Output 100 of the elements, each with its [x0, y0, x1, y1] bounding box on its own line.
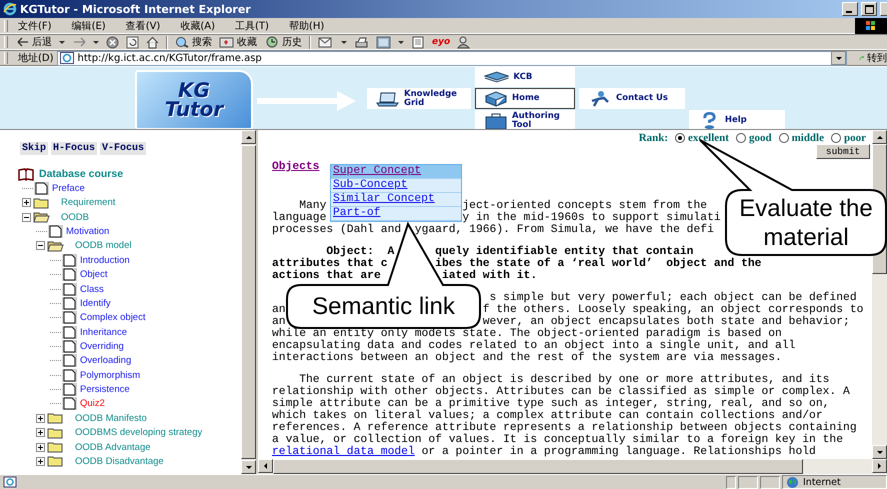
dropdown-arrow-icon[interactable]	[59, 40, 65, 44]
page-heading[interactable]: Objects	[272, 161, 320, 173]
body-text: processes (Dahl and	[272, 224, 402, 236]
tree-item[interactable]: OODB Disadvantage	[75, 456, 164, 467]
collapse-icon[interactable]	[22, 212, 31, 222]
tree-item[interactable]: Object	[80, 269, 108, 280]
focus-button[interactable]: Skip	[20, 142, 48, 155]
nav-link[interactable]: Contact Us	[579, 88, 685, 109]
tree-item[interactable]: Overriding	[80, 340, 124, 352]
menu-item[interactable]: 工具(T)	[235, 18, 269, 32]
menu-item[interactable]: 查看(V)	[126, 18, 160, 32]
history-button[interactable]: 历史	[264, 35, 302, 49]
tree-item[interactable]: OODB Manifesto	[75, 412, 147, 424]
page-icon	[61, 397, 77, 410]
expand-icon[interactable]	[36, 414, 45, 423]
favorites-button[interactable]: 收藏	[219, 35, 257, 49]
maximize-button[interactable]	[861, 2, 877, 16]
stop-icon[interactable]	[106, 36, 119, 48]
body-text: ject-oriented concepts stem from the	[462, 200, 708, 212]
arrow-icon	[257, 90, 357, 112]
tree-item[interactable]: OODBMS developing strategy	[75, 427, 202, 438]
page-icon	[61, 326, 77, 339]
tree-item[interactable]: Quiz2	[80, 398, 105, 410]
tree-item[interactable]: Introduction	[80, 254, 130, 266]
tree-item[interactable]: Overloading	[80, 355, 132, 366]
horizontal-scrollbar[interactable]	[258, 459, 887, 474]
back-button[interactable]: 后退	[17, 35, 52, 49]
menu-item[interactable]: 文件(F)	[18, 18, 52, 32]
folder-icon	[47, 412, 64, 424]
focus-button[interactable]: V-Focus	[100, 142, 146, 155]
search-button[interactable]: 搜索	[175, 35, 212, 49]
vertical-scrollbar[interactable]	[241, 130, 256, 474]
page-icon	[61, 268, 77, 282]
menu-item[interactable]: Similar Concept	[331, 193, 461, 207]
mail-icon[interactable]	[318, 36, 334, 48]
radio-button[interactable]	[736, 133, 746, 143]
person-icon[interactable]	[457, 36, 472, 48]
expand-icon[interactable]	[22, 198, 31, 208]
expand-icon[interactable]	[36, 428, 45, 438]
address-field[interactable]: http://kg.ict.ac.cn/KGTutor/frame.asp	[56, 50, 847, 66]
body-text: y in the mid-1960s to support simulati	[462, 212, 721, 224]
nav-link[interactable]: Home	[475, 88, 575, 109]
tree-item[interactable]: Identify	[80, 298, 111, 309]
tree-item[interactable]: OODB model	[75, 240, 132, 252]
radio-button[interactable]	[778, 133, 789, 143]
printer-icon[interactable]	[354, 36, 369, 48]
tree-item[interactable]: OODB	[61, 212, 89, 223]
callout-text: Evaluate the material	[738, 194, 874, 252]
body-text: quely identifiable entity that contain	[435, 246, 694, 258]
menu-item[interactable]: 收藏(A)	[180, 18, 215, 32]
expand-icon[interactable]	[36, 456, 45, 466]
menu-item[interactable]: 帮助(H)	[288, 18, 324, 32]
page-icon	[61, 368, 77, 382]
page-icon	[61, 383, 77, 396]
tree-item[interactable]: Database course	[39, 168, 124, 180]
go-button[interactable]: 转到	[859, 51, 887, 65]
tree-item[interactable]: Class	[80, 284, 104, 295]
refresh-icon[interactable]	[126, 36, 139, 48]
home-icon[interactable]	[146, 36, 159, 48]
radio-label[interactable]: excellent	[688, 132, 729, 144]
submit-button[interactable]: submit	[816, 144, 870, 159]
menu-item[interactable]: Sub-Concept	[331, 179, 461, 193]
radio-button[interactable]	[675, 133, 686, 143]
nav-link[interactable]: Help	[689, 110, 785, 131]
menu-item[interactable]: 编辑(E)	[72, 18, 106, 32]
tree-item[interactable]: Motivation	[66, 226, 110, 238]
text-link[interactable]: relational data model	[272, 446, 415, 458]
nav-link[interactable]: KCB	[475, 67, 575, 87]
box-icon	[484, 90, 508, 106]
radio-button[interactable]	[831, 133, 841, 143]
tree-item[interactable]: Persistence	[80, 384, 130, 396]
focus-button[interactable]: H-Focus	[51, 142, 98, 155]
collapse-icon[interactable]	[36, 241, 45, 250]
status-pane	[738, 476, 758, 488]
rank-label: Rank:	[638, 132, 668, 144]
dropdown-arrow-icon[interactable]	[93, 40, 99, 44]
tree-item[interactable]: Preface	[52, 183, 85, 194]
site-logo[interactable]: KG Tutor	[135, 70, 253, 130]
expand-icon[interactable]	[36, 442, 45, 452]
menu-item[interactable]: Part-of	[331, 207, 461, 221]
body-text: The current state of an object is described by one or more attributes, and its	[299, 374, 830, 386]
body-text: relationship with other objects. Attributes can be classified as simple or complex. A	[272, 386, 850, 398]
tree-item[interactable]: Inheritance	[80, 326, 128, 338]
radio-label[interactable]: middle	[792, 132, 824, 144]
radio-label[interactable]: good	[748, 132, 772, 144]
dropdown-arrow-icon[interactable]	[398, 40, 404, 44]
menu-item[interactable]: Super Concept	[331, 165, 461, 179]
minimize-button[interactable]	[842, 2, 858, 16]
dropdown-arrow-icon[interactable]	[341, 40, 347, 44]
tree-item[interactable]: Polymorphism	[80, 370, 140, 381]
nav-link[interactable]: Knowledge Grid	[367, 88, 471, 109]
tree-item[interactable]: Requirement	[61, 197, 116, 208]
body-text: encapsulating data and codes related to an object into a single unit, and all	[272, 340, 796, 352]
radio-label[interactable]: poor	[844, 132, 866, 144]
tree-item[interactable]: Complex object	[80, 312, 146, 324]
document-icon[interactable]	[411, 36, 425, 48]
nav-link[interactable]: Authoring Tool	[475, 110, 575, 131]
dropdown-button[interactable]	[831, 51, 846, 65]
tree-item[interactable]: OODB Advantage	[75, 442, 151, 452]
page-icon	[61, 340, 77, 353]
